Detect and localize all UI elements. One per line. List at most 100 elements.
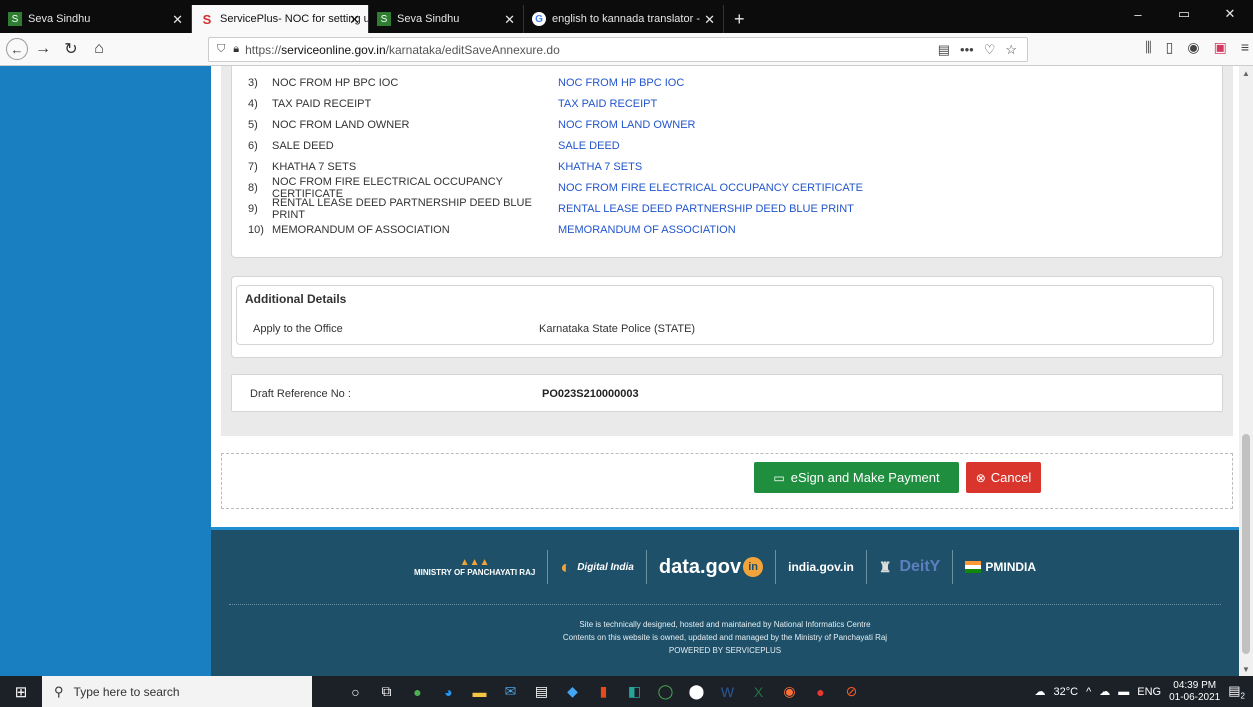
- footer-line-1: Site is technically designed, hosted and…: [579, 620, 871, 629]
- scroll-down-icon[interactable]: ▼: [1239, 662, 1253, 676]
- chrome-icon[interactable]: ●: [402, 676, 433, 707]
- serviceplus-favicon-icon: S: [202, 11, 212, 27]
- close-window-icon[interactable]: ✕: [1207, 0, 1253, 28]
- restore-icon[interactable]: ▭: [1161, 0, 1207, 28]
- google-favicon-icon: G: [532, 12, 546, 26]
- word-icon[interactable]: W: [712, 676, 743, 707]
- reader-view-icon[interactable]: ▤: [938, 42, 950, 58]
- scrollbar-thumb[interactable]: [1242, 434, 1250, 654]
- doc-link[interactable]: NOC FROM LAND OWNER: [558, 119, 696, 131]
- minimize-icon[interactable]: –: [1115, 0, 1161, 28]
- doc-link[interactable]: KHATHA 7 SETS: [558, 161, 642, 173]
- document-row: 4) TAX PAID RECEIPT TAX PAID RECEIPT: [248, 94, 657, 114]
- menu-icon[interactable]: ≡: [1241, 39, 1249, 56]
- language-indicator[interactable]: ENG: [1137, 686, 1161, 698]
- cancel-button[interactable]: ⊗ Cancel: [966, 462, 1041, 493]
- deity-logo[interactable]: ♜ DeitY: [867, 550, 954, 584]
- chrome-alt-icon[interactable]: ●: [805, 676, 836, 707]
- firefox-icon[interactable]: ◉: [774, 676, 805, 707]
- document-row: 8) NOC FROM FIRE ELECTRICAL OCCUPANCY CE…: [248, 176, 863, 200]
- task-view-icon[interactable]: ⧉: [371, 676, 402, 707]
- tab-seva-sindhu-1[interactable]: S Seva Sindhu ✕: [0, 5, 192, 33]
- sidebar-icon[interactable]: ▯: [1166, 39, 1174, 56]
- search-placeholder: Type here to search: [73, 684, 180, 699]
- doc-name: NOC FROM HP BPC IOC: [272, 77, 399, 89]
- doc-link[interactable]: MEMORANDUM OF ASSOCIATION: [558, 224, 736, 236]
- scroll-up-icon[interactable]: ▲: [1239, 66, 1253, 80]
- notification-icon[interactable]: ▤2: [1228, 683, 1245, 701]
- url-prefix: https://: [245, 42, 282, 57]
- pocket-save-icon[interactable]: ▣: [1214, 39, 1227, 56]
- doc-link[interactable]: NOC FROM FIRE ELECTRICAL OCCUPANCY CERTI…: [558, 182, 863, 194]
- doc-link[interactable]: TAX PAID RECEIPT: [558, 98, 657, 110]
- doc-number: 6): [248, 140, 258, 152]
- additional-details-title: Additional Details: [245, 292, 347, 306]
- back-icon[interactable]: ←: [6, 38, 28, 60]
- pocket-icon[interactable]: ♡: [984, 42, 996, 58]
- cortana-icon[interactable]: ○: [340, 676, 371, 707]
- chevron-up-icon[interactable]: ^: [1086, 686, 1091, 698]
- home-icon[interactable]: ⌂: [86, 36, 112, 62]
- tab-seva-sindhu-2[interactable]: S Seva Sindhu ✕: [369, 5, 524, 33]
- temperature[interactable]: 32°C: [1054, 686, 1079, 698]
- logo-text: MINISTRY OF PANCHAYATI RAJ: [413, 568, 536, 577]
- logo-text: data.gov: [658, 555, 742, 578]
- clock[interactable]: 04:39 PM 01-06-2021: [1169, 680, 1220, 704]
- form-background: 3) NOC FROM HP BPC IOC NOC FROM HP BPC I…: [221, 66, 1233, 436]
- close-tab-icon[interactable]: ✕: [349, 12, 360, 28]
- logo-text: india.gov.in: [788, 560, 854, 574]
- extension-icon[interactable]: ◉: [1187, 39, 1199, 56]
- url-bar[interactable]: ⛉ 🔒︎ https://serviceonline.gov.in/karnat…: [208, 37, 1028, 62]
- data-gov-logo[interactable]: data.gov in: [647, 550, 777, 584]
- search-icon: ⚲: [54, 683, 64, 699]
- doc-number: 10): [248, 224, 264, 236]
- new-tab-button[interactable]: +: [724, 5, 755, 33]
- doc-number: 5): [248, 119, 258, 131]
- doc-number: 4): [248, 98, 258, 110]
- draft-reference-box: Draft Reference No : PO023S210000003: [231, 374, 1223, 412]
- pmindia-logo[interactable]: PMINDIA: [953, 550, 1048, 584]
- compass-icon[interactable]: ⊘: [836, 676, 867, 707]
- forward-icon[interactable]: →: [30, 36, 56, 62]
- left-blue-panel: [0, 66, 211, 676]
- esign-payment-button[interactable]: ▭ eSign and Make Payment: [754, 462, 959, 493]
- tab-translator[interactable]: G english to kannada translator - ✕: [524, 5, 724, 33]
- document-row: 10) MEMORANDUM OF ASSOCIATION MEMORANDUM…: [248, 220, 736, 240]
- doc-number: 7): [248, 161, 258, 173]
- close-tab-icon[interactable]: ✕: [172, 12, 183, 28]
- bookmark-star-icon[interactable]: ☆: [1005, 42, 1017, 58]
- more-icon[interactable]: •••: [960, 42, 974, 58]
- mail-icon[interactable]: ✉: [495, 676, 526, 707]
- battery-icon[interactable]: ▬: [1118, 686, 1129, 698]
- edge-icon[interactable]: ◕: [433, 676, 464, 707]
- close-tab-icon[interactable]: ✕: [704, 12, 715, 28]
- windows-taskbar: ⊞ ⚲ Type here to search ○ ⧉ ● ◕ ▬ ✉ ▤ ◆ …: [0, 676, 1253, 707]
- network-icon[interactable]: ☁: [1099, 685, 1110, 698]
- app-circle-icon[interactable]: ⬤: [681, 676, 712, 707]
- india-gov-logo[interactable]: india.gov.in: [776, 550, 867, 584]
- office-icon[interactable]: ▮: [588, 676, 619, 707]
- excel-icon[interactable]: X: [743, 676, 774, 707]
- library-icon[interactable]: ⫼: [1145, 39, 1151, 56]
- seva-favicon-icon: S: [377, 12, 391, 26]
- store-icon[interactable]: ▤: [526, 676, 557, 707]
- tab-serviceplus[interactable]: S ServicePlus- NOC for setting u ✕: [192, 5, 369, 33]
- draft-value: PO023S210000003: [542, 388, 639, 400]
- app-icon[interactable]: ◆: [557, 676, 588, 707]
- doc-link[interactable]: NOC FROM HP BPC IOC: [558, 77, 684, 89]
- doc-link[interactable]: SALE DEED: [558, 140, 620, 152]
- xbox-icon[interactable]: ◯: [650, 676, 681, 707]
- doc-link[interactable]: RENTAL LEASE DEED PARTNERSHIP DEED BLUE …: [558, 203, 854, 215]
- weather-icon[interactable]: ☁: [1035, 685, 1046, 698]
- doc-name: KHATHA 7 SETS: [272, 161, 357, 173]
- close-tab-icon[interactable]: ✕: [504, 12, 515, 28]
- file-explorer-icon[interactable]: ▬: [464, 676, 495, 707]
- digital-india-logo[interactable]: ◐ Digital India: [548, 550, 647, 584]
- tab-label: Seva Sindhu: [28, 13, 91, 25]
- publisher-icon[interactable]: ◧: [619, 676, 650, 707]
- taskbar-search[interactable]: ⚲ Type here to search: [42, 676, 312, 707]
- reload-icon[interactable]: ↻: [58, 36, 84, 62]
- panchayati-raj-logo[interactable]: ▲▲▲ MINISTRY OF PANCHAYATI RAJ: [402, 550, 549, 584]
- vertical-scrollbar[interactable]: ▲ ▼: [1239, 66, 1253, 676]
- windows-start-icon[interactable]: ⊞: [0, 676, 42, 707]
